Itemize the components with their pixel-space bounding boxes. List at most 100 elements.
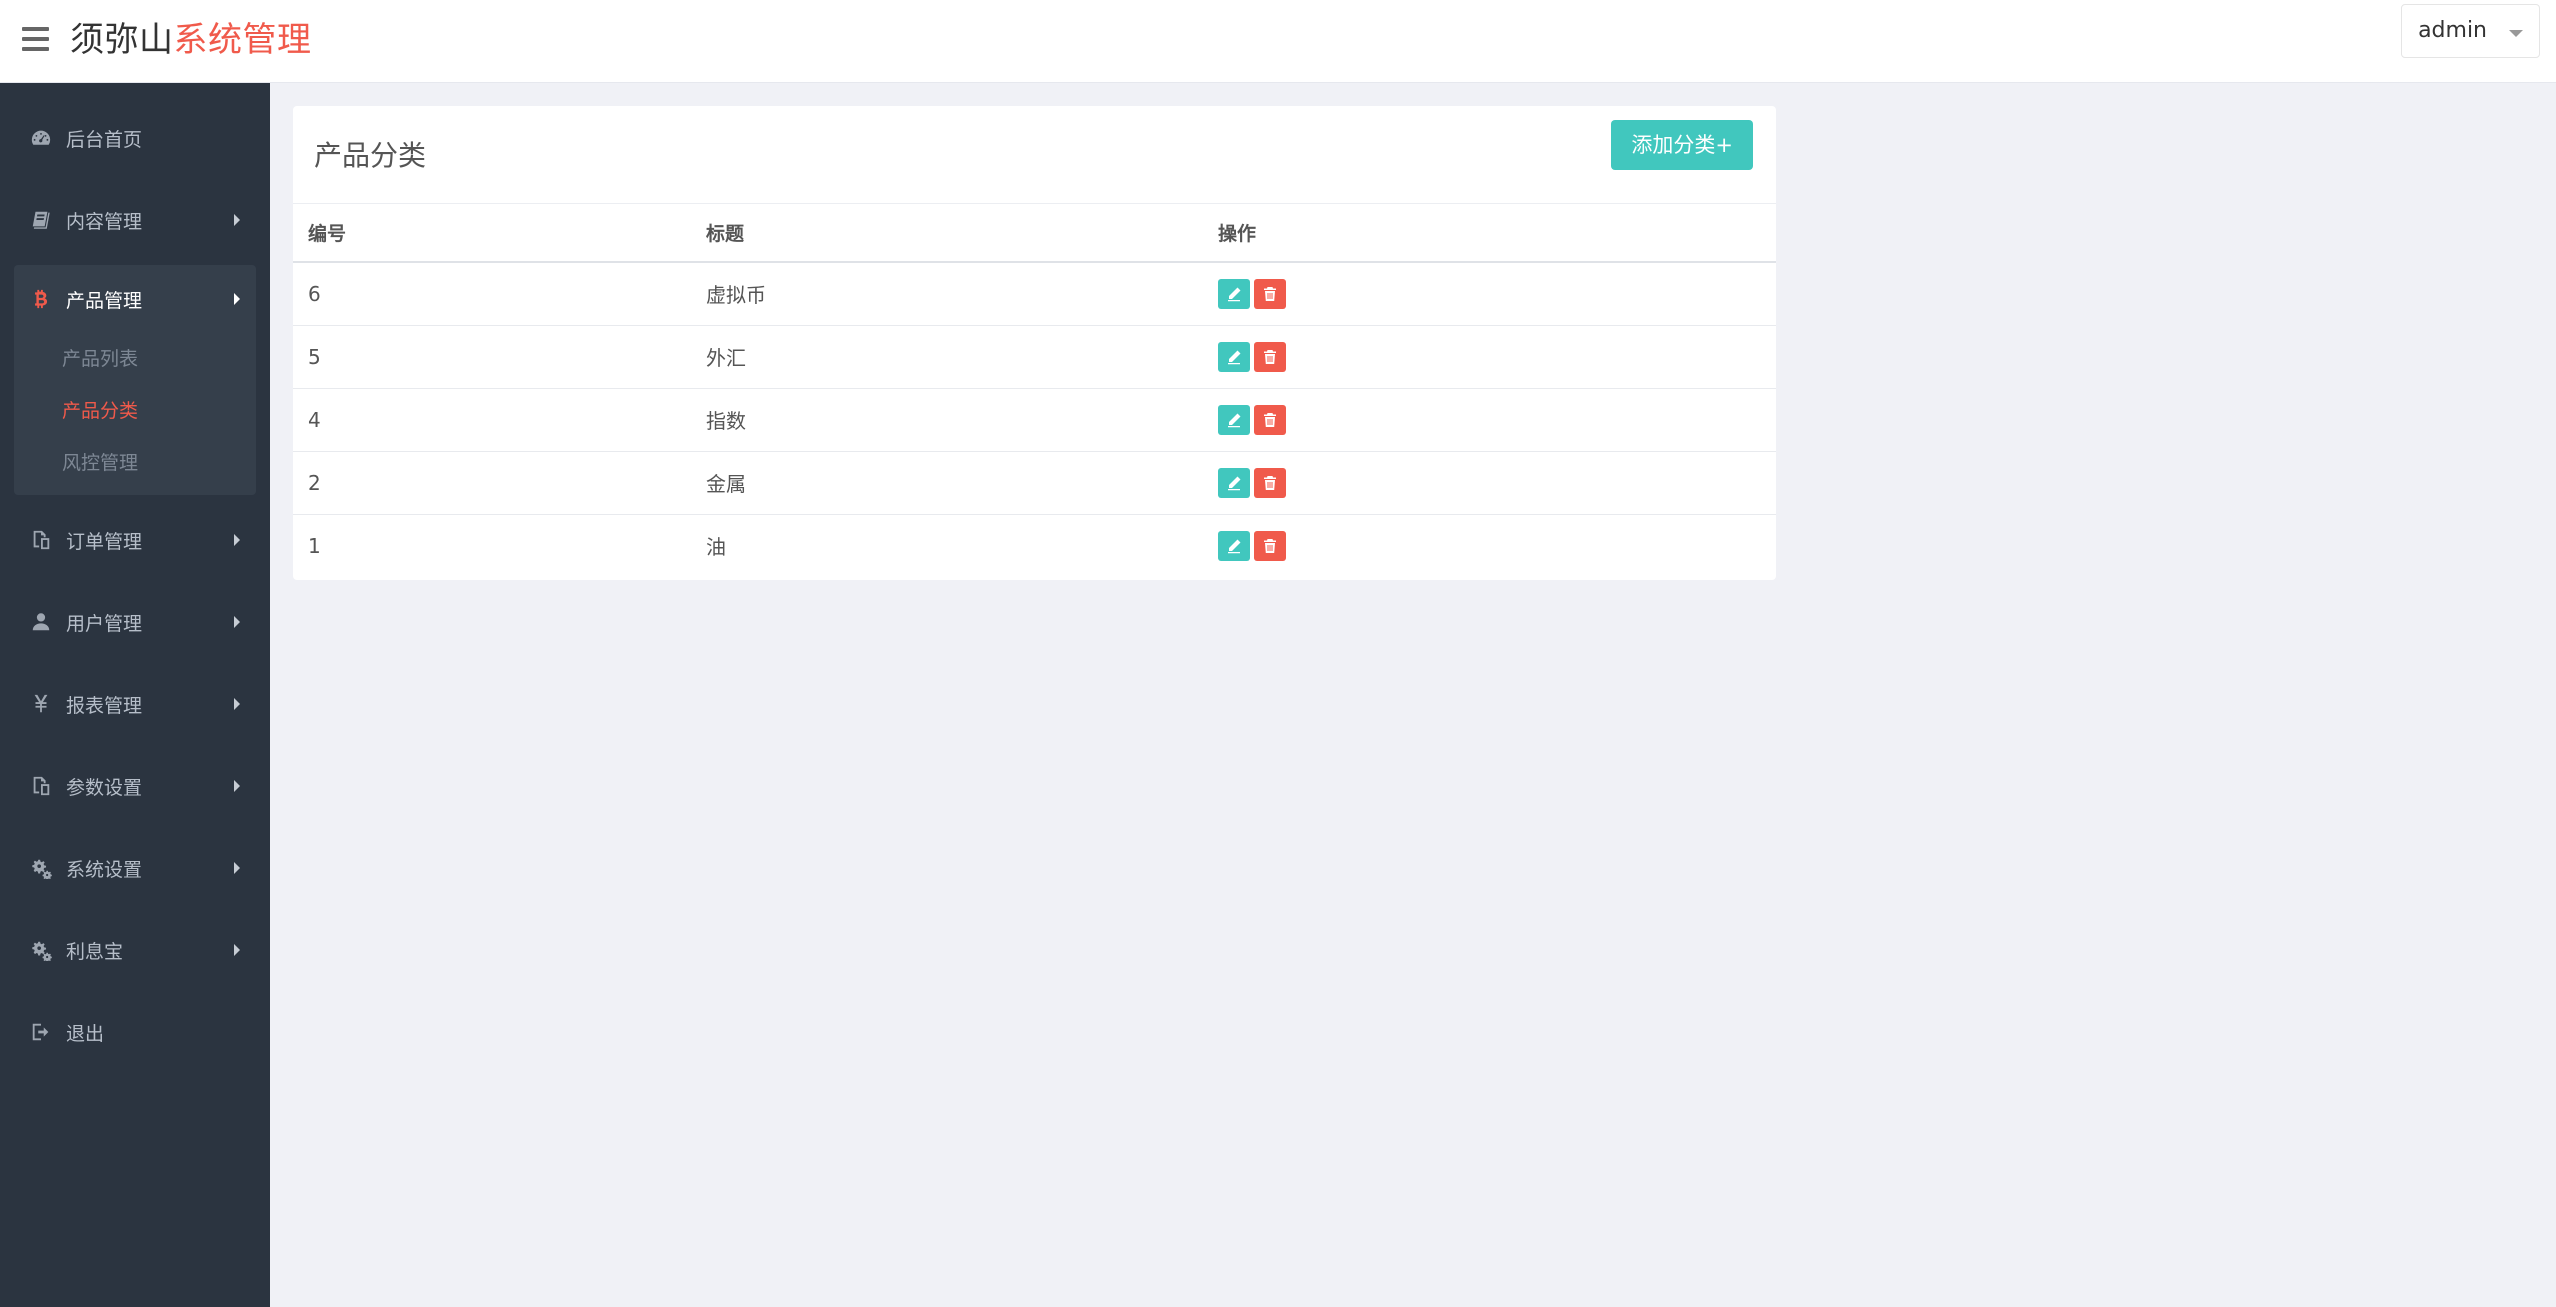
pencil-icon xyxy=(1228,350,1241,364)
cell-title: 油 xyxy=(706,535,726,560)
table-row: 6 虚拟币 xyxy=(293,262,1776,326)
chevron-right-icon xyxy=(234,944,240,956)
user-icon xyxy=(28,609,54,635)
book-icon xyxy=(28,207,54,233)
column-header-title: 标题 xyxy=(691,204,1203,263)
chevron-right-icon xyxy=(234,214,240,226)
bitcoin-icon xyxy=(28,286,54,312)
table-row: 1 油 xyxy=(293,514,1776,577)
chevron-right-icon xyxy=(234,616,240,628)
top-header: 须弥山系统管理 admin xyxy=(0,0,2556,83)
gears-icon xyxy=(28,855,54,881)
sidebar-item-label: 利息宝 xyxy=(66,940,124,963)
cell-title: 金属 xyxy=(691,451,1203,515)
add-category-button[interactable]: 添加分类+ xyxy=(1611,120,1753,170)
sidebar-item-users[interactable]: 用户管理 xyxy=(0,581,270,663)
brand-accent-text: 系统管理 xyxy=(173,20,312,60)
category-panel: 产品分类 添加分类+ 编号 标题 操作 6 虚拟币 5 外汇 4 指数 2 金属… xyxy=(293,106,1776,580)
cell-id: 6 xyxy=(293,262,691,326)
cell-title: 外汇 xyxy=(691,325,1203,389)
cell-actions xyxy=(1203,514,1776,577)
pencil-icon xyxy=(1228,539,1241,553)
sidebar-group-products: 产品管理 产品列表 产品分类 风控管理 xyxy=(14,265,256,495)
sign-out-icon xyxy=(28,1019,54,1045)
sidebar-item-parameters[interactable]: 参数设置 xyxy=(0,745,270,827)
sidebar-item-content[interactable]: 内容管理 xyxy=(0,179,270,261)
sidebar-item-label: 用户管理 xyxy=(66,612,143,635)
sidebar-item-system-settings[interactable]: 系统设置 xyxy=(0,827,270,909)
cell-id: 5 xyxy=(293,325,691,389)
sidebar-item-label: 订单管理 xyxy=(66,530,143,553)
edit-button[interactable] xyxy=(1218,467,1250,498)
chevron-right-icon xyxy=(234,534,240,546)
user-name: admin xyxy=(2418,18,2487,43)
user-menu-dropdown[interactable]: admin xyxy=(2401,4,2540,58)
cell-title: 指数 xyxy=(691,388,1203,452)
column-header-id: 编号 xyxy=(293,204,691,263)
cell-actions xyxy=(1203,388,1776,452)
pencil-icon xyxy=(1228,287,1241,301)
delete-button[interactable] xyxy=(1254,404,1286,435)
cell-title: 虚拟币 xyxy=(691,262,1203,326)
table-row: 5 外汇 xyxy=(293,325,1776,389)
delete-button[interactable] xyxy=(1254,467,1286,498)
yen-icon xyxy=(28,691,54,717)
sidebar-item-interest[interactable]: 利息宝 xyxy=(0,909,270,991)
chevron-right-icon xyxy=(234,780,240,792)
cell-actions xyxy=(1203,451,1776,515)
sidebar-item-label: 退出 xyxy=(66,1022,105,1045)
table-header-row: 编号 标题 操作 xyxy=(293,204,1776,263)
submenu-item-product-category[interactable]: 产品分类 xyxy=(14,385,256,437)
chevron-right-icon xyxy=(234,293,240,305)
sidebar-item-label: 系统设置 xyxy=(66,858,143,881)
delete-button[interactable] xyxy=(1254,530,1286,561)
sidebar-item-label: 产品管理 xyxy=(66,289,143,312)
sidebar-item-label: 内容管理 xyxy=(66,210,143,233)
sidebar: 后台首页 内容管理 产品管理 产品列表 产品分类 风控管理 订单管理 用户管理 … xyxy=(0,83,270,1307)
edit-button[interactable] xyxy=(1218,341,1250,372)
edit-button[interactable] xyxy=(1218,530,1250,561)
menu-toggle-icon[interactable] xyxy=(22,27,49,51)
submenu-item-risk-control[interactable]: 风控管理 xyxy=(14,437,256,489)
category-table: 编号 标题 操作 6 虚拟币 5 外汇 4 指数 2 金属 1 油 xyxy=(293,204,1776,577)
submenu-item-product-list[interactable]: 产品列表 xyxy=(14,333,256,385)
sidebar-item-label: 报表管理 xyxy=(66,694,143,717)
delete-button[interactable] xyxy=(1254,341,1286,372)
trash-icon xyxy=(1264,286,1276,301)
table-row: 4 指数 xyxy=(293,388,1776,452)
cell-actions xyxy=(1203,325,1776,389)
brand-title: 须弥山系统管理 xyxy=(70,14,312,66)
copy-icon xyxy=(28,773,54,799)
sidebar-item-products[interactable]: 产品管理 xyxy=(14,265,256,333)
cell-id: 2 xyxy=(293,451,691,515)
page-title: 产品分类 xyxy=(314,139,427,172)
edit-button[interactable] xyxy=(1218,404,1250,435)
delete-button[interactable] xyxy=(1254,278,1286,309)
copy-icon xyxy=(28,527,54,553)
trash-icon xyxy=(1264,538,1276,553)
sidebar-item-orders[interactable]: 订单管理 xyxy=(0,499,270,581)
pencil-icon xyxy=(1228,476,1241,490)
caret-down-icon xyxy=(2509,30,2523,37)
cell-id: 4 xyxy=(293,388,691,452)
sidebar-item-logout[interactable]: 退出 xyxy=(0,991,270,1073)
sidebar-item-label: 后台首页 xyxy=(66,128,143,151)
chevron-right-icon xyxy=(234,862,240,874)
trash-icon xyxy=(1264,349,1276,364)
edit-button[interactable] xyxy=(1218,278,1250,309)
table-row: 2 金属 xyxy=(293,451,1776,515)
products-submenu: 产品列表 产品分类 风控管理 xyxy=(14,333,256,489)
dashboard-icon xyxy=(28,125,54,151)
trash-icon xyxy=(1264,475,1276,490)
chevron-right-icon xyxy=(234,698,240,710)
sidebar-item-label: 参数设置 xyxy=(66,776,143,799)
panel-header: 产品分类 添加分类+ xyxy=(293,106,1776,204)
sidebar-item-dashboard[interactable]: 后台首页 xyxy=(0,97,270,179)
pencil-icon xyxy=(1228,413,1241,427)
brand-main-text: 须弥山 xyxy=(70,20,174,60)
sidebar-item-reports[interactable]: 报表管理 xyxy=(0,663,270,745)
column-header-actions: 操作 xyxy=(1203,204,1776,263)
trash-icon xyxy=(1264,412,1276,427)
cell-actions xyxy=(1203,262,1776,326)
cell-id: 1 xyxy=(308,533,321,558)
